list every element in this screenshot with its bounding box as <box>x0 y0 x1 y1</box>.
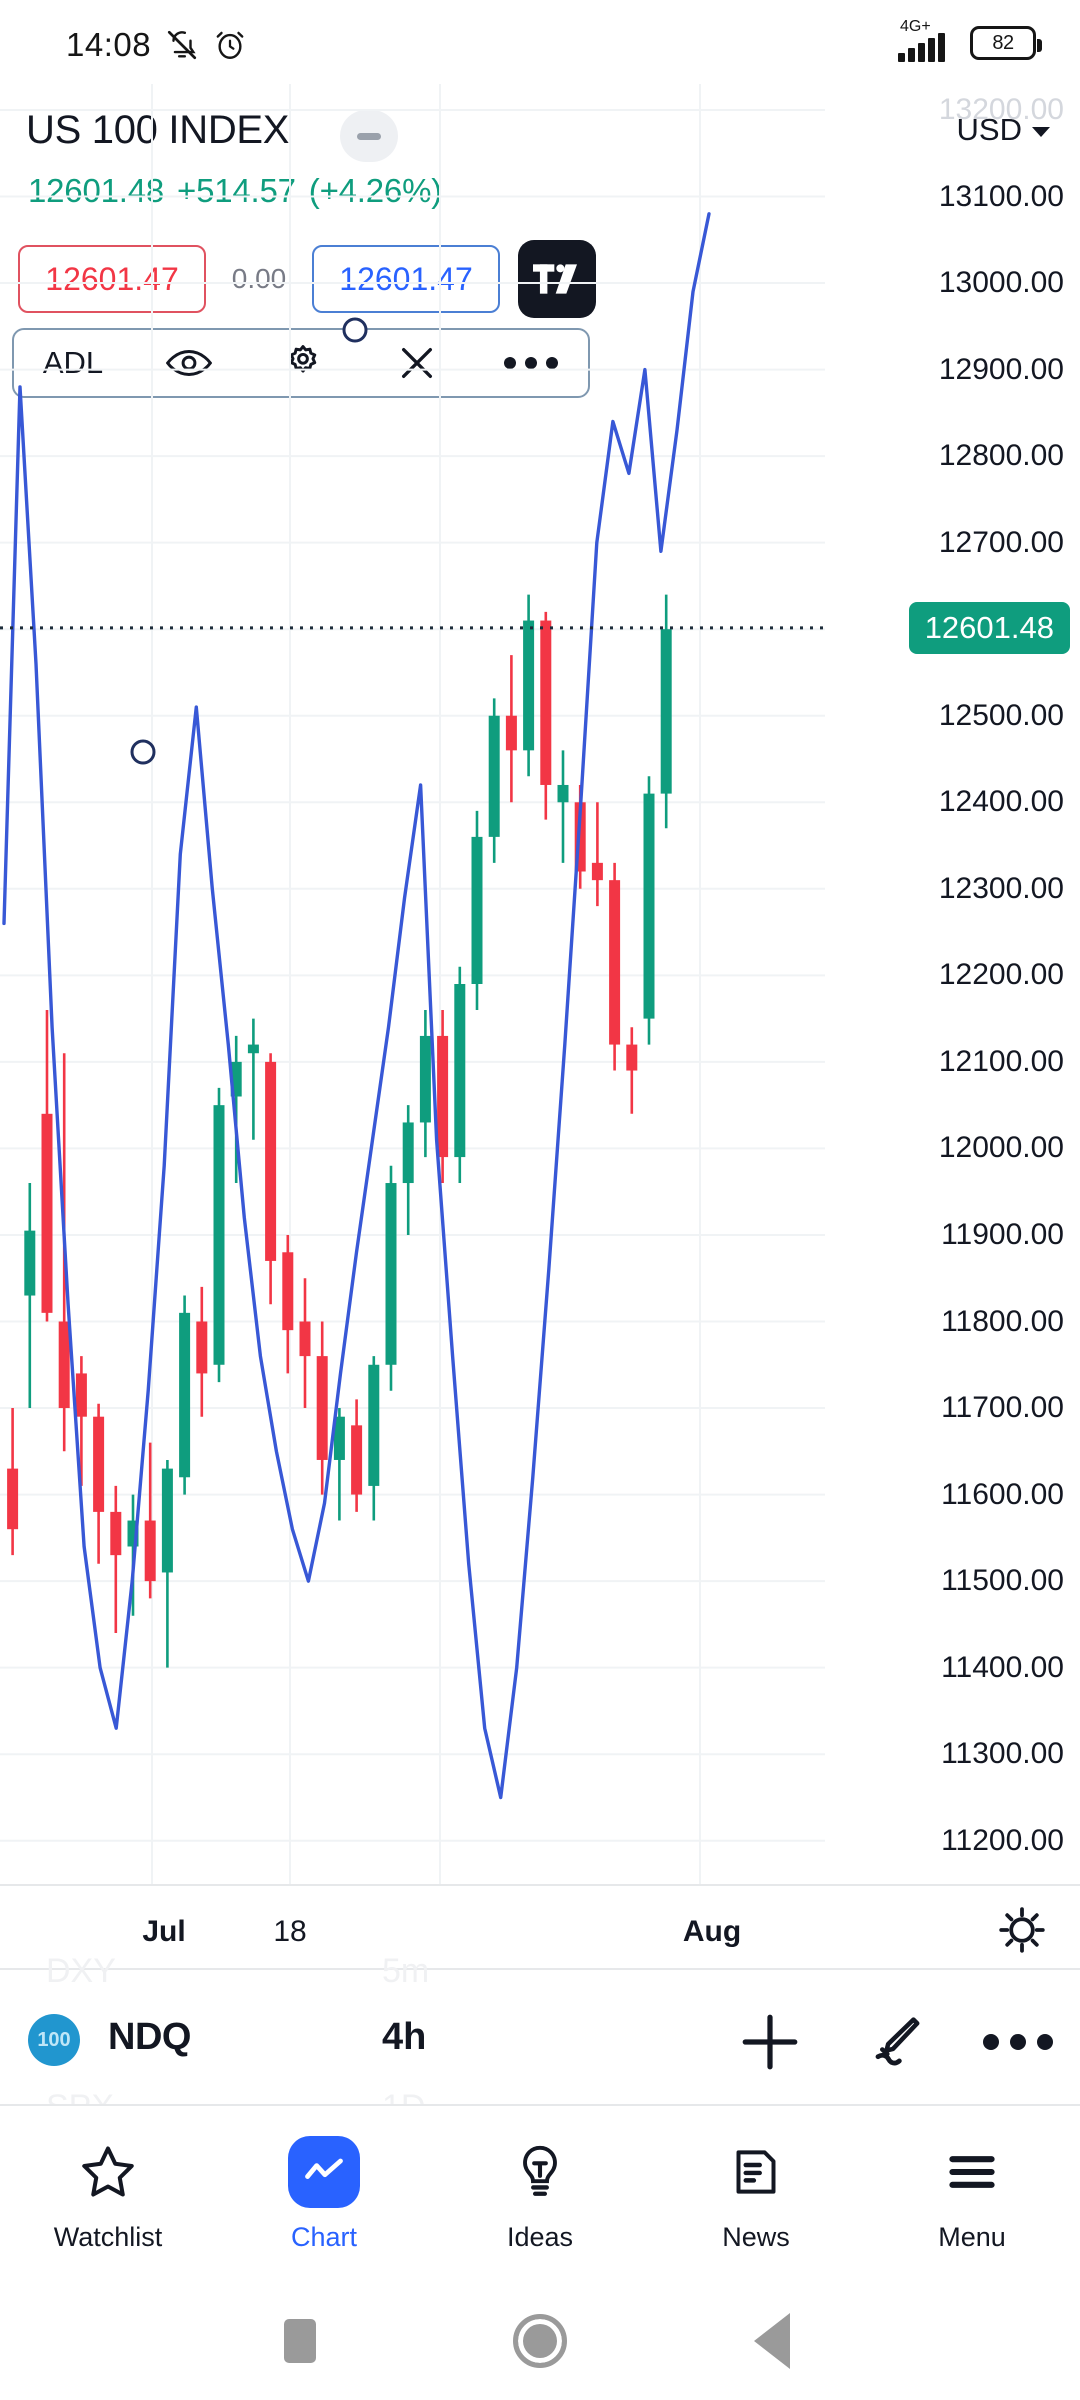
nav-label-watchlist: Watchlist <box>53 2221 163 2252</box>
nav-item-menu[interactable]: Menu <box>864 2106 1080 2282</box>
chart-actions <box>734 2006 1054 2078</box>
star-icon <box>72 2136 144 2208</box>
nav-label-menu: Menu <box>938 2221 1006 2252</box>
price-axis-label: 13000.00 <box>938 266 1064 300</box>
price-axis-label: 12200.00 <box>938 958 1064 992</box>
price-axis-label: 12300.00 <box>938 871 1064 905</box>
signal-icon: 4G+ <box>898 18 960 62</box>
battery-level: 82 <box>992 31 1014 54</box>
price-axis-label: 12500.00 <box>938 698 1064 732</box>
price-axis-label: 12700.00 <box>938 525 1064 559</box>
price-axis-label: 12100.00 <box>938 1044 1064 1078</box>
price-axis-label: 11700.00 <box>941 1391 1064 1425</box>
timeframe-selector[interactable]: 4h <box>382 2016 426 2059</box>
status-bar: 14:08 4G+ 82 <box>0 0 1080 84</box>
nav-item-watchlist[interactable]: Watchlist <box>0 2106 216 2282</box>
symbol-badge: 100 <box>28 2014 80 2066</box>
plus-icon[interactable] <box>734 2006 806 2078</box>
nav-label-chart: Chart <box>290 2221 358 2252</box>
nav-item-news[interactable]: News <box>648 2106 864 2282</box>
price-axis-label: 13100.00 <box>938 179 1064 213</box>
status-bar-right: 4G+ 82 <box>898 18 1042 62</box>
pen-icon[interactable] <box>858 2006 930 2078</box>
price-axis-label: 11400.00 <box>941 1650 1064 1684</box>
nav-item-chart[interactable]: Chart <box>216 2106 432 2282</box>
nav-item-ideas[interactable]: Ideas <box>432 2106 648 2282</box>
time-axis-label: Jul <box>142 1915 186 1948</box>
symbol-bar: DXY 5m SPX 1D 100 NDQ 4h <box>0 1952 1080 2126</box>
price-axis-label: 12900.00 <box>938 352 1064 386</box>
line-chart-icon <box>288 2135 360 2208</box>
bottom-navigation: Watchlist Chart Ideas News Menu <box>0 2104 1080 2282</box>
price-axis-label: 11300.00 <box>941 1737 1064 1771</box>
nav-label-ideas: Ideas <box>506 2221 574 2252</box>
time-axis-label: Aug <box>682 1915 742 1948</box>
bell-muted-icon <box>167 30 197 60</box>
home-circle-icon[interactable] <box>513 2314 567 2368</box>
time-axis-label: 18 <box>273 1915 307 1948</box>
android-navigation-bar <box>0 2282 1080 2400</box>
battery-icon: 82 <box>970 26 1042 60</box>
status-time: 14:08 <box>66 26 152 63</box>
more-icon[interactable] <box>982 2006 1054 2078</box>
recents-square-icon[interactable] <box>284 2319 316 2363</box>
price-axis-label: 12800.00 <box>938 439 1064 473</box>
lightbulb-icon <box>504 2136 576 2208</box>
ghost-symbol-above: DXY <box>46 1952 116 1990</box>
price-axis-label: 11800.00 <box>941 1304 1064 1338</box>
price-axis-label: 12400.00 <box>938 785 1064 819</box>
price-axis-label: 13200.00 <box>938 92 1064 126</box>
price-axis-label: 11500.00 <box>941 1564 1064 1598</box>
alarm-clock-icon <box>216 31 244 59</box>
status-bar-left: 14:08 <box>66 26 247 64</box>
document-icon <box>720 2136 792 2208</box>
hamburger-icon <box>936 2136 1008 2208</box>
sun-settings-icon[interactable] <box>998 1906 1046 1954</box>
price-scale[interactable]: 13200.00 13100.00 13000.00 12900.00 12800.00… <box>825 84 1080 1884</box>
symbol-ghost-above: DXY 5m <box>0 1952 1080 2012</box>
symbol-selector[interactable]: NDQ <box>108 2016 191 2059</box>
price-axis-label: 12000.00 <box>938 1131 1064 1165</box>
price-axis-label: 11900.00 <box>941 1217 1064 1251</box>
back-triangle-icon[interactable] <box>754 2313 790 2369</box>
price-axis-label: 11200.00 <box>941 1823 1064 1857</box>
ghost-timeframe-above: 5m <box>382 1952 430 1990</box>
nav-label-news: News <box>722 2221 790 2252</box>
tradingview-chart-screen: 14:08 4G+ 82 US 100 INDEX USD 12601.48 +… <box>0 0 1080 2400</box>
price-axis-label: 11600.00 <box>941 1477 1064 1511</box>
last-price-badge: 12601.48 <box>908 601 1070 654</box>
